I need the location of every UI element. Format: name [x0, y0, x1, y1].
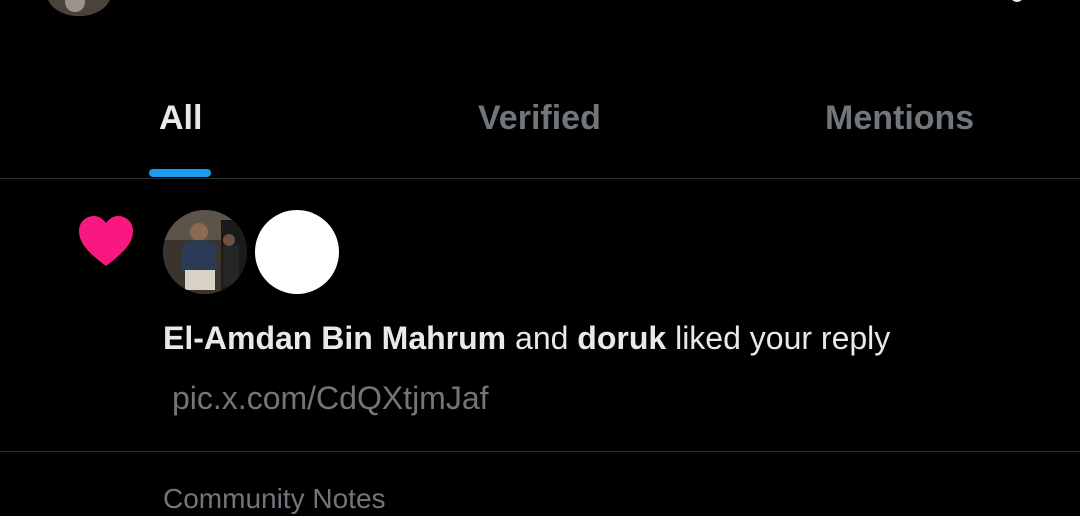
notification-user-1[interactable]: El-Amdan Bin Mahrum [163, 320, 506, 356]
notification-item[interactable] [0, 179, 1080, 451]
notification-action: liked your reply [675, 320, 891, 356]
notification-text: El-Amdan Bin Mahrum and doruk liked your… [163, 318, 890, 358]
tab-mentions[interactable]: Mentions [720, 68, 1080, 178]
user-avatar-doruk[interactable] [255, 210, 339, 294]
active-tab-indicator [149, 169, 211, 177]
notification-user-2[interactable]: doruk [577, 320, 666, 356]
user-avatar-el-amdan[interactable] [163, 210, 247, 294]
tab-all[interactable]: All [0, 68, 360, 178]
notification-divider [0, 451, 1080, 452]
tab-verified-label: Verified [478, 99, 601, 137]
profile-avatar-icon [47, 0, 111, 16]
notification-link[interactable]: pic.x.com/CdQXtjmJaf [172, 378, 489, 418]
profile-avatar[interactable] [47, 0, 111, 16]
tab-all-label: All [159, 99, 203, 137]
settings-icon[interactable] [1006, 0, 1028, 6]
tab-mentions-label: Mentions [825, 99, 975, 137]
tab-verified[interactable]: Verified [360, 68, 720, 178]
notification-conjunction: and [515, 320, 569, 356]
heart-icon [78, 216, 134, 268]
next-notification-label: Community Notes [163, 483, 386, 514]
notification-tabs: All Verified Mentions [0, 68, 1080, 178]
